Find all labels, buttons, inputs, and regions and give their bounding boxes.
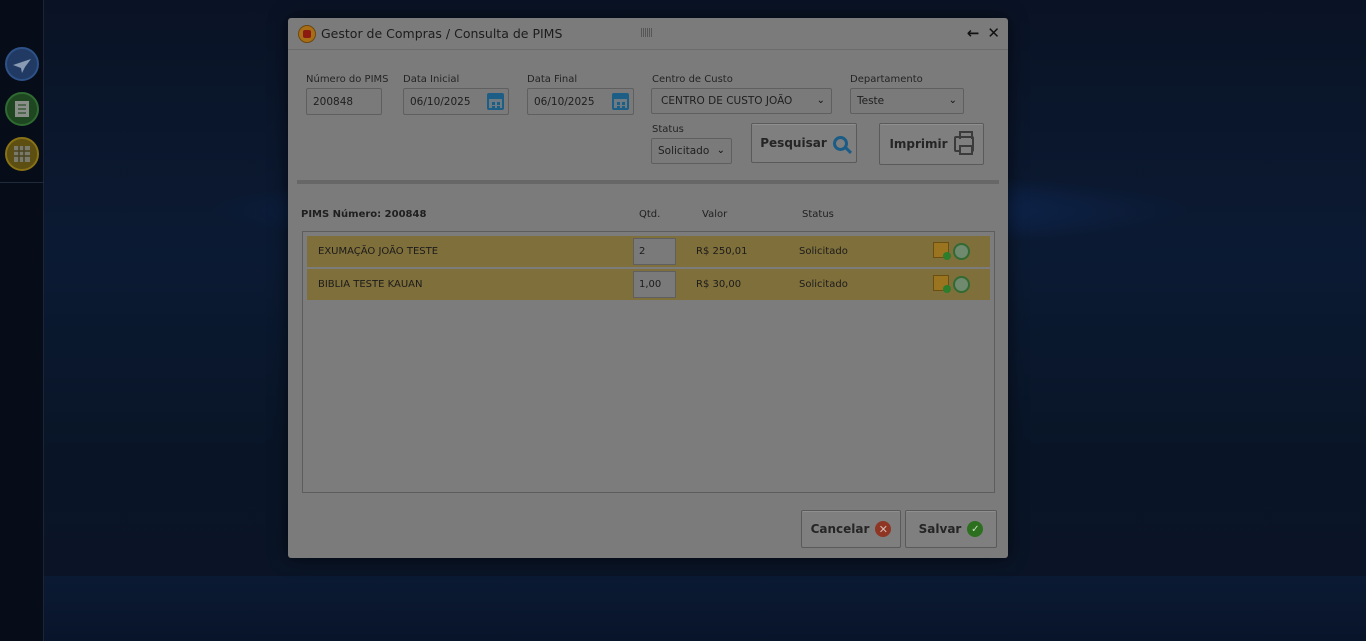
item-description: BIBLIA TESTE KAUAN [318, 279, 423, 290]
departamento-label: Departamento [850, 74, 923, 85]
data-final-input[interactable]: 06/10/2025 [527, 88, 634, 115]
table-row[interactable]: EXUMAÇÃO JOÃO TESTE 2 R$ 250,01 Solicita… [307, 236, 990, 267]
cancel-icon: ✕ [875, 521, 892, 537]
desktop-bottom-area [0, 576, 1366, 641]
numero-pims-input[interactable]: 200848 [306, 88, 382, 115]
numero-pims-value: 200848 [313, 95, 354, 108]
status-select[interactable]: Solicitado ⌄ [651, 138, 732, 164]
quantity-value: 2 [639, 246, 646, 257]
clock-icon[interactable] [953, 276, 970, 293]
close-icon[interactable]: ✕ [987, 25, 1000, 41]
imprimir-button[interactable]: Imprimir [879, 123, 984, 165]
pims-numero-heading: PIMS Número: 200848 [301, 209, 427, 220]
pesquisar-button[interactable]: Pesquisar [751, 123, 857, 163]
salvar-button[interactable]: Salvar ✓ [905, 510, 997, 548]
data-inicial-value: 06/10/2025 [410, 95, 471, 108]
check-icon: ✓ [967, 521, 984, 537]
item-valor: R$ 30,00 [696, 279, 742, 290]
departamento-value: Teste [857, 95, 885, 107]
departamento-select[interactable]: Teste ⌄ [850, 88, 964, 114]
chevron-down-icon: ⌄ [816, 95, 825, 106]
header-qtd: Qtd. [639, 209, 661, 220]
status-value: Solicitado [658, 145, 710, 157]
spreadsheet-icon[interactable] [5, 92, 39, 126]
pesquisar-label: Pesquisar [760, 136, 827, 150]
cancelar-label: Cancelar [810, 522, 870, 536]
imprimir-label: Imprimir [889, 137, 948, 151]
item-valor: R$ 250,01 [696, 246, 748, 257]
cancelar-button[interactable]: Cancelar ✕ [801, 510, 901, 548]
calendar-icon[interactable] [612, 93, 629, 110]
app-logo-icon [298, 24, 316, 43]
status-label: Status [652, 124, 684, 135]
quantity-input[interactable]: 2 [633, 238, 676, 265]
search-icon [832, 135, 848, 151]
numero-pims-label: Número do PIMS [306, 74, 389, 85]
data-inicial-label: Data Inicial [403, 74, 460, 85]
clock-icon[interactable] [953, 243, 970, 260]
header-status: Status [802, 209, 834, 220]
consulta-pims-dialog: Gestor de Compras / Consulta de PIMS |||… [288, 18, 1008, 558]
data-final-value: 06/10/2025 [534, 95, 595, 108]
chevron-down-icon: ⌄ [948, 95, 957, 106]
chevron-down-icon: ⌄ [716, 145, 725, 156]
quantity-input[interactable]: 1,00 [633, 271, 676, 298]
grid-icon[interactable] [5, 137, 39, 171]
centro-custo-label: Centro de Custo [652, 74, 733, 85]
airplane-icon[interactable] [5, 47, 39, 81]
centro-custo-select[interactable]: CENTRO DE CUSTO JOÃO ⌄ [651, 88, 832, 114]
plus-badge-icon [943, 252, 951, 260]
item-status: Solicitado [799, 246, 848, 257]
printer-icon [953, 131, 974, 155]
dialog-title: Gestor de Compras / Consulta de PIMS [321, 26, 563, 41]
back-arrow-icon[interactable]: ← [967, 25, 980, 41]
drag-handle-icon[interactable]: |||||| [640, 28, 653, 38]
plus-badge-icon [943, 285, 951, 293]
quantity-value: 1,00 [639, 279, 662, 290]
section-divider [297, 180, 999, 184]
items-table: EXUMAÇÃO JOÃO TESTE 2 R$ 250,01 Solicita… [302, 231, 995, 493]
item-status: Solicitado [799, 279, 848, 290]
item-description: EXUMAÇÃO JOÃO TESTE [318, 246, 439, 257]
table-row[interactable]: BIBLIA TESTE KAUAN 1,00 R$ 30,00 Solicit… [307, 269, 990, 300]
sidebar-divider [0, 182, 44, 183]
data-inicial-input[interactable]: 06/10/2025 [403, 88, 509, 115]
header-valor: Valor [702, 209, 728, 220]
dialog-titlebar[interactable]: Gestor de Compras / Consulta de PIMS |||… [288, 18, 1008, 50]
calendar-icon[interactable] [487, 93, 504, 110]
left-sidebar [0, 0, 44, 641]
centro-custo-value: CENTRO DE CUSTO JOÃO [661, 95, 793, 107]
data-final-label: Data Final [527, 74, 578, 85]
salvar-label: Salvar [918, 522, 962, 536]
